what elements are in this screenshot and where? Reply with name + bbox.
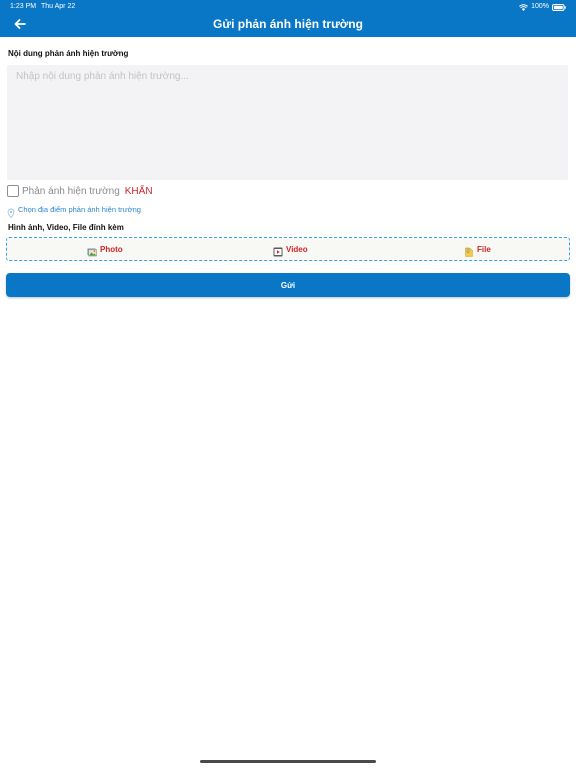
home-indicator	[200, 760, 376, 763]
urgent-row: Phản ánh hiện trường KHẨN	[7, 184, 153, 198]
wifi-icon	[519, 3, 529, 11]
attach-photo-button[interactable]: Photo	[87, 238, 123, 260]
attachments-box: Photo Video File	[6, 237, 570, 261]
attach-file-label: File	[477, 244, 491, 254]
photo-icon	[87, 244, 97, 257]
urgent-checkbox[interactable]	[7, 185, 19, 197]
battery-icon	[552, 3, 566, 11]
attach-file-button[interactable]: File	[464, 238, 491, 260]
page-title: Gửi phản ánh hiện trường	[213, 17, 363, 31]
status-right: 100%	[519, 0, 566, 13]
content-label: Nội dung phản ánh hiện trường	[8, 49, 129, 58]
map-pin-icon	[7, 205, 15, 218]
attachments-label: Hình ảnh, Video, File đính kèm	[8, 223, 124, 232]
urgent-label: Phản ánh hiện trường	[22, 185, 120, 197]
attach-photo-label: Photo	[100, 244, 123, 254]
battery-percent: 100%	[531, 3, 549, 10]
urgent-tag: KHẨN	[124, 185, 153, 197]
file-icon	[464, 244, 474, 257]
attach-video-label: Video	[286, 244, 308, 254]
status-bar: 1:23 PM Thu Apr 22 100%	[0, 0, 576, 13]
location-label: Chọn địa điểm phản ánh hiện trường	[18, 205, 141, 214]
choose-location-link[interactable]: Chọn địa điểm phản ánh hiện trường	[7, 204, 141, 218]
attach-video-button[interactable]: Video	[273, 238, 308, 260]
video-icon	[273, 244, 283, 257]
header-bar: 1:23 PM Thu Apr 22 100% Gửi phản ánh hiệ…	[0, 0, 576, 37]
content-textarea[interactable]	[7, 65, 568, 180]
status-time: 1:23 PM	[10, 3, 37, 10]
app-screen: 1:23 PM Thu Apr 22 100% Gửi phản ánh hiệ…	[0, 0, 576, 768]
submit-button[interactable]: Gửi	[6, 273, 570, 297]
status-date: Thu Apr 22	[41, 3, 76, 10]
content-textarea-container	[7, 65, 568, 180]
